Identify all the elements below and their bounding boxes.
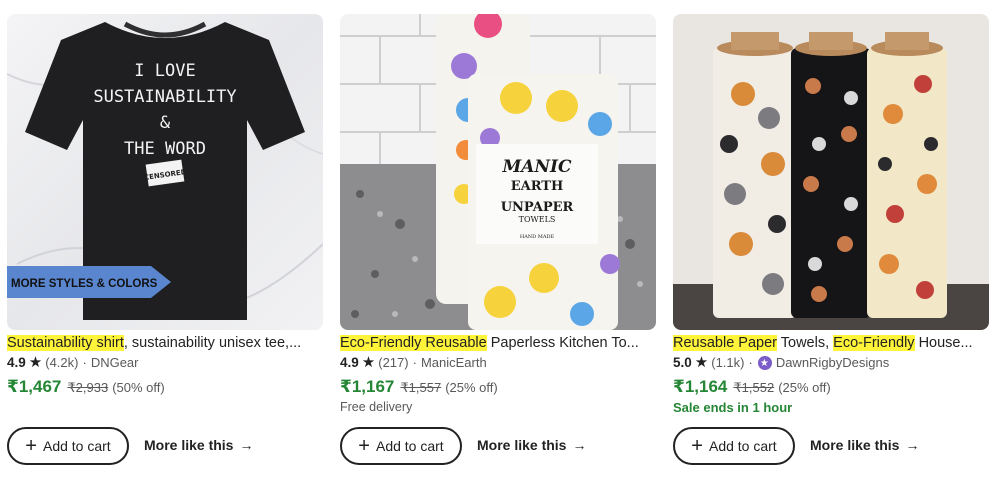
plus-icon: +	[358, 435, 370, 457]
arrow-right-icon: →	[572, 437, 587, 453]
more-like-this-label: More like this	[810, 437, 900, 453]
seller-name[interactable]: ManicEarth	[421, 354, 487, 372]
shirt-line-1: I LOVE	[134, 61, 195, 81]
price-row: ₹1,467 ₹2,933 (50% off)	[7, 377, 165, 397]
star-seller-badge-icon	[757, 355, 772, 373]
label-line-1: MANIC	[501, 157, 571, 177]
title-rest: Paperless Kitchen To...	[486, 335, 639, 351]
title-rest: , sustainability unisex tee,...	[123, 335, 302, 351]
add-to-cart-button[interactable]: + Add to cart	[340, 427, 462, 465]
listing-card-cat-paper-towels[interactable]: Reusable Paper Towels, Eco-Friendly Hous…	[673, 0, 989, 478]
more-like-this-link[interactable]: More like this →	[144, 437, 253, 453]
plus-icon: +	[691, 435, 703, 457]
plus-icon: +	[25, 435, 37, 457]
rating-score: 4.9	[7, 355, 26, 370]
arrow-right-icon: →	[905, 437, 920, 453]
title-highlight: Eco-Friendly Reusable	[340, 335, 487, 351]
listing-image[interactable]: MANIC EARTH UNPAPER TOWELS HAND MADE	[340, 14, 656, 330]
listing-image[interactable]: I LOVE SUSTAINABILITY & THE WORD CENSORE…	[7, 14, 323, 330]
more-styles-label: MORE STYLES & COLORS	[11, 278, 158, 290]
title-highlight: Reusable Paper	[673, 335, 777, 351]
original-price: ₹1,552	[733, 380, 775, 395]
more-like-this-label: More like this	[144, 437, 234, 453]
listing-title[interactable]: Eco-Friendly Reusable Paperless Kitchen …	[340, 333, 656, 353]
rating-row: 4.9 ★ (4.2k) · DNGear	[7, 354, 139, 372]
star-icon: ★	[694, 354, 709, 371]
shirt-line-3: &	[160, 113, 171, 133]
add-to-cart-label: Add to cart	[375, 438, 444, 454]
listing-title[interactable]: Reusable Paper Towels, Eco-Friendly Hous…	[673, 333, 989, 353]
arrow-right-icon: →	[239, 437, 254, 453]
rating-row: 4.9 ★ (217) · ManicEarth	[340, 354, 487, 372]
review-count: (4.2k)	[45, 355, 79, 370]
add-to-cart-button[interactable]: + Add to cart	[673, 427, 795, 465]
sale-price: ₹1,167	[340, 377, 395, 396]
paper-towel-image: MANIC EARTH UNPAPER TOWELS HAND MADE	[340, 14, 656, 330]
sale-price: ₹1,467	[7, 377, 62, 396]
rating-score: 4.9	[340, 355, 359, 370]
price-row: ₹1,167 ₹1,557 (25% off)	[340, 377, 498, 397]
listing-image[interactable]	[673, 14, 989, 330]
add-to-cart-label: Add to cart	[708, 438, 777, 454]
seller-name[interactable]: DawnRigbyDesigns	[776, 354, 889, 372]
separator: ·	[412, 355, 417, 370]
original-price: ₹1,557	[400, 380, 442, 395]
add-to-cart-label: Add to cart	[42, 438, 111, 454]
title-rest-2: House...	[914, 335, 973, 351]
discount-label: (25% off)	[778, 380, 831, 395]
listing-title[interactable]: Sustainability shirt, sustainability uni…	[7, 333, 323, 353]
more-like-this-link[interactable]: More like this →	[810, 437, 919, 453]
title-rest: Towels,	[777, 335, 834, 351]
shirt-line-2: SUSTAINABILITY	[93, 87, 236, 107]
label-line-3: UNPAPER	[501, 200, 574, 215]
shirt-line-4: THE WORD	[124, 139, 206, 159]
review-count: (217)	[378, 355, 409, 370]
label-line-5: HAND MADE	[520, 234, 555, 240]
seller-name[interactable]: DNGear	[91, 354, 139, 372]
more-like-this-label: More like this	[477, 437, 567, 453]
review-count: (1.1k)	[711, 355, 745, 370]
rating-score: 5.0	[673, 355, 692, 370]
tshirt-image: I LOVE SUSTAINABILITY & THE WORD CENSORE…	[7, 14, 323, 330]
sale-price: ₹1,164	[673, 377, 728, 396]
original-price: ₹2,933	[67, 380, 109, 395]
add-to-cart-button[interactable]: + Add to cart	[7, 427, 129, 465]
label-line-4: TOWELS	[519, 215, 556, 224]
separator: ·	[82, 355, 87, 370]
star-icon: ★	[28, 354, 43, 371]
label-line-2: EARTH	[511, 179, 564, 194]
sale-ends-label: Sale ends in 1 hour	[673, 400, 793, 415]
separator: ·	[748, 355, 753, 370]
cat-towel-rolls-image	[673, 14, 989, 330]
listing-card-unpaper-towels[interactable]: MANIC EARTH UNPAPER TOWELS HAND MADE Eco…	[340, 0, 656, 478]
free-delivery-label: Free delivery	[340, 400, 413, 414]
title-highlight: Sustainability shirt	[7, 335, 124, 351]
price-row: ₹1,164 ₹1,552 (25% off)	[673, 377, 831, 397]
more-like-this-link[interactable]: More like this →	[477, 437, 586, 453]
star-icon: ★	[361, 354, 376, 371]
discount-label: (50% off)	[112, 380, 165, 395]
listing-card-sustainability-shirt[interactable]: I LOVE SUSTAINABILITY & THE WORD CENSORE…	[7, 0, 323, 478]
title-highlight-2: Eco-Friendly	[833, 335, 915, 351]
discount-label: (25% off)	[445, 380, 498, 395]
rating-row: 5.0 ★ (1.1k) · DawnRigbyDesigns	[673, 354, 889, 373]
